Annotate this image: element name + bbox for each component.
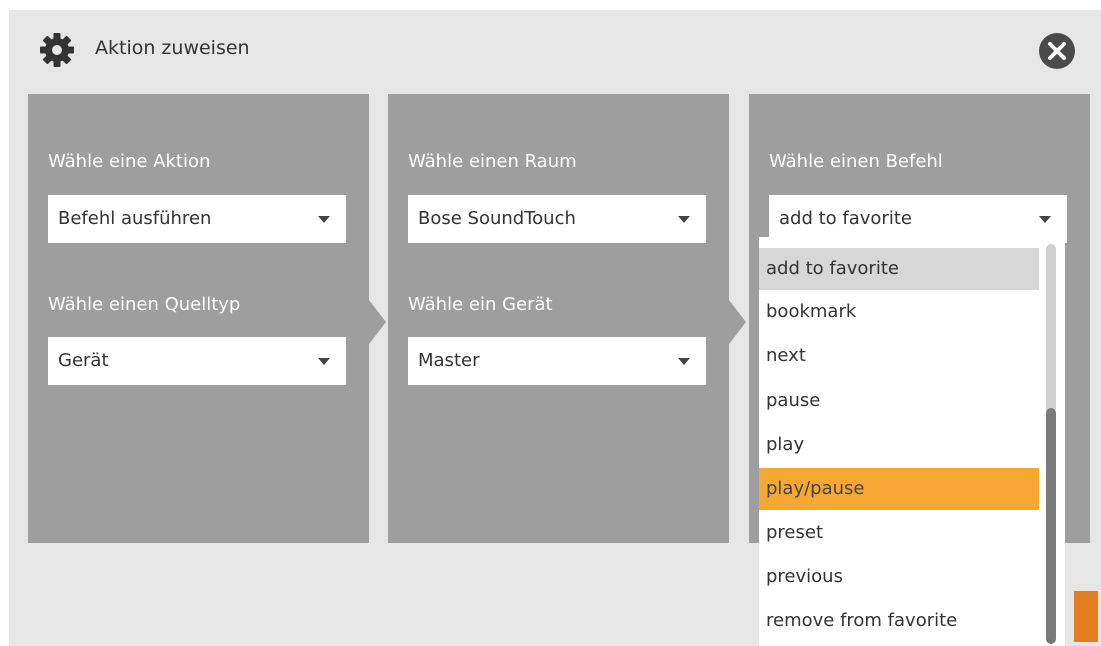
dropdown-option[interactable]: add to favorite bbox=[759, 248, 1039, 290]
device-label: Wähle ein Gerät bbox=[408, 294, 553, 315]
dialog-title: Aktion zuweisen bbox=[95, 37, 250, 59]
step-arrow bbox=[369, 300, 386, 344]
close-button[interactable] bbox=[1039, 33, 1075, 69]
dropdown-option[interactable]: next bbox=[759, 335, 1039, 377]
dropdown-option[interactable]: bookmark bbox=[759, 291, 1039, 333]
command-label: Wähle einen Befehl bbox=[769, 151, 943, 172]
action-label: Wähle eine Aktion bbox=[48, 151, 211, 172]
chevron-down-icon bbox=[318, 216, 330, 223]
device-select-value: Master bbox=[418, 350, 480, 371]
dropdown-option[interactable]: previous bbox=[759, 556, 1039, 598]
step-arrow bbox=[729, 300, 746, 344]
gear-icon bbox=[39, 32, 75, 68]
dropdown-scrollbar[interactable] bbox=[1046, 244, 1056, 644]
room-panel: Wähle einen Raum Bose SoundTouch Wähle e… bbox=[388, 94, 729, 543]
command-select-value: add to favorite bbox=[779, 208, 912, 229]
room-label: Wähle einen Raum bbox=[408, 151, 577, 172]
dropdown-option[interactable]: play bbox=[759, 424, 1039, 466]
dropdown-option[interactable]: preset bbox=[759, 512, 1039, 554]
action-select-value: Befehl ausführen bbox=[58, 208, 212, 229]
chevron-down-icon bbox=[318, 358, 330, 365]
command-dropdown-list[interactable]: add to favorite bookmark next pause play… bbox=[759, 237, 1065, 646]
chevron-down-icon bbox=[678, 358, 690, 365]
dropdown-option[interactable]: remove from favorite bbox=[759, 600, 1039, 642]
room-select-value: Bose SoundTouch bbox=[418, 208, 576, 229]
scrollbar-track-upper bbox=[1046, 244, 1056, 414]
chevron-down-icon bbox=[678, 216, 690, 223]
close-icon bbox=[1048, 42, 1066, 60]
source-type-label: Wähle einen Quelltyp bbox=[48, 294, 241, 315]
dropdown-option-highlighted[interactable]: play/pause bbox=[759, 468, 1039, 510]
chevron-down-icon bbox=[1039, 216, 1051, 223]
command-select[interactable]: add to favorite bbox=[769, 195, 1067, 243]
source-type-select[interactable]: Gerät bbox=[48, 337, 346, 385]
source-type-select-value: Gerät bbox=[58, 350, 109, 371]
action-panel: Wähle eine Aktion Befehl ausführen Wähle… bbox=[28, 94, 369, 543]
dropdown-option[interactable]: pause bbox=[759, 380, 1039, 422]
confirm-button[interactable] bbox=[1074, 591, 1098, 642]
room-select[interactable]: Bose SoundTouch bbox=[408, 195, 706, 243]
device-select[interactable]: Master bbox=[408, 337, 706, 385]
scrollbar-thumb[interactable] bbox=[1046, 408, 1056, 644]
action-select[interactable]: Befehl ausführen bbox=[48, 195, 346, 243]
